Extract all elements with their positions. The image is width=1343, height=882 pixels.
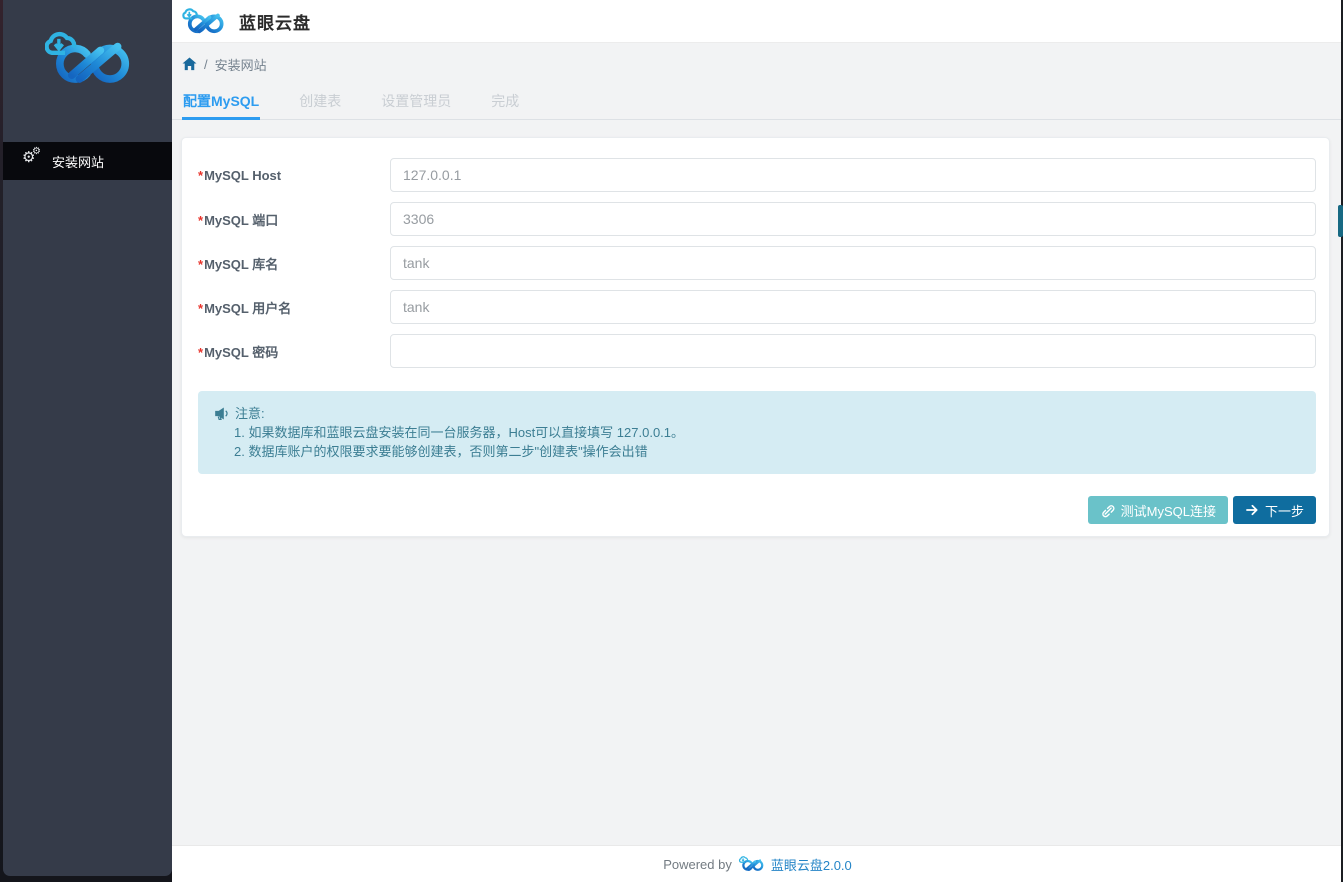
field-label: *MySQL 库名 bbox=[198, 254, 390, 273]
breadcrumb-current: 安装网站 bbox=[215, 55, 267, 74]
mysql-config-card: *MySQL Host *MySQL 端口 *MySQL 库名 *MySQL 用… bbox=[181, 137, 1330, 537]
form-row-database: *MySQL 库名 bbox=[198, 246, 1316, 280]
tab-configure-mysql[interactable]: 配置MySQL bbox=[182, 85, 260, 120]
brand-logo-icon bbox=[738, 856, 765, 872]
main-area: 蓝眼云盘 / 安装网站 配置MySQL 创建表 设置管理员 完成 *MySQL … bbox=[172, 0, 1343, 882]
form-row-port: *MySQL 端口 bbox=[198, 202, 1316, 236]
notice-item: 2. 数据库账户的权限要求要能够创建表，否则第二步"创建表"操作会出错 bbox=[214, 442, 1300, 461]
footer: Powered by 蓝眼云盘2.0.0 bbox=[172, 845, 1343, 882]
sidebar-item-install-site[interactable]: ⚙⚙ 安装网站 bbox=[3, 142, 172, 180]
notice-item: 1. 如果数据库和蓝眼云盘安装在同一台服务器，Host可以直接填写 127.0.… bbox=[214, 423, 1300, 442]
form-row-password: *MySQL 密码 bbox=[198, 334, 1316, 368]
install-page: ⚙⚙ 安装网站 蓝眼云盘 / 安装网站 配置MySQL 创建表 设置管理员 完成 bbox=[0, 0, 1343, 882]
mysql-database-input[interactable] bbox=[390, 246, 1316, 280]
notice-box: 注意: 1. 如果数据库和蓝眼云盘安装在同一台服务器，Host可以直接填写 12… bbox=[198, 391, 1316, 474]
brand-logo-icon bbox=[45, 30, 131, 88]
breadcrumb: / 安装网站 bbox=[172, 43, 1343, 85]
tab-create-tables[interactable]: 创建表 bbox=[298, 85, 342, 119]
form-row-host: *MySQL Host bbox=[198, 158, 1316, 192]
wizard-tabs: 配置MySQL 创建表 设置管理员 完成 bbox=[172, 85, 1343, 120]
brand-name: 蓝眼云盘 bbox=[239, 9, 311, 34]
test-mysql-connection-button[interactable]: 测试MySQL连接 bbox=[1088, 496, 1228, 524]
scrollbar-thumb[interactable] bbox=[1338, 205, 1343, 237]
tab-set-admin[interactable]: 设置管理员 bbox=[380, 85, 452, 119]
brand-logo-icon bbox=[180, 8, 227, 35]
required-asterisk: * bbox=[198, 257, 203, 272]
field-label: *MySQL Host bbox=[198, 168, 390, 183]
footer-brand-link[interactable]: 蓝眼云盘2.0.0 bbox=[771, 855, 852, 874]
powered-by-label: Powered by bbox=[663, 857, 732, 872]
form-row-username: *MySQL 用户名 bbox=[198, 290, 1316, 324]
field-label: *MySQL 用户名 bbox=[198, 298, 390, 317]
tab-finish[interactable]: 完成 bbox=[490, 85, 520, 119]
notice-title: 注意: bbox=[214, 404, 1300, 423]
mysql-port-input[interactable] bbox=[390, 202, 1316, 236]
breadcrumb-separator: / bbox=[204, 57, 208, 72]
required-asterisk: * bbox=[198, 345, 203, 360]
field-label: *MySQL 端口 bbox=[198, 210, 390, 229]
arrow-right-icon bbox=[1245, 503, 1259, 517]
required-asterisk: * bbox=[198, 213, 203, 228]
link-icon bbox=[1100, 503, 1115, 518]
topbar: 蓝眼云盘 bbox=[172, 0, 1343, 43]
sidebar: ⚙⚙ 安装网站 bbox=[3, 0, 172, 876]
home-icon[interactable] bbox=[182, 57, 197, 71]
bullhorn-icon bbox=[214, 407, 229, 420]
field-label: *MySQL 密码 bbox=[198, 342, 390, 361]
mysql-host-input[interactable] bbox=[390, 158, 1316, 192]
mysql-username-input[interactable] bbox=[390, 290, 1316, 324]
next-step-button[interactable]: 下一步 bbox=[1233, 496, 1316, 524]
cogs-icon: ⚙⚙ bbox=[23, 153, 41, 169]
sidebar-item-label: 安装网站 bbox=[52, 152, 104, 171]
card-actions: 测试MySQL连接 下一步 bbox=[198, 496, 1316, 524]
required-asterisk: * bbox=[198, 301, 203, 316]
required-asterisk: * bbox=[198, 168, 203, 183]
mysql-password-input[interactable] bbox=[390, 334, 1316, 368]
